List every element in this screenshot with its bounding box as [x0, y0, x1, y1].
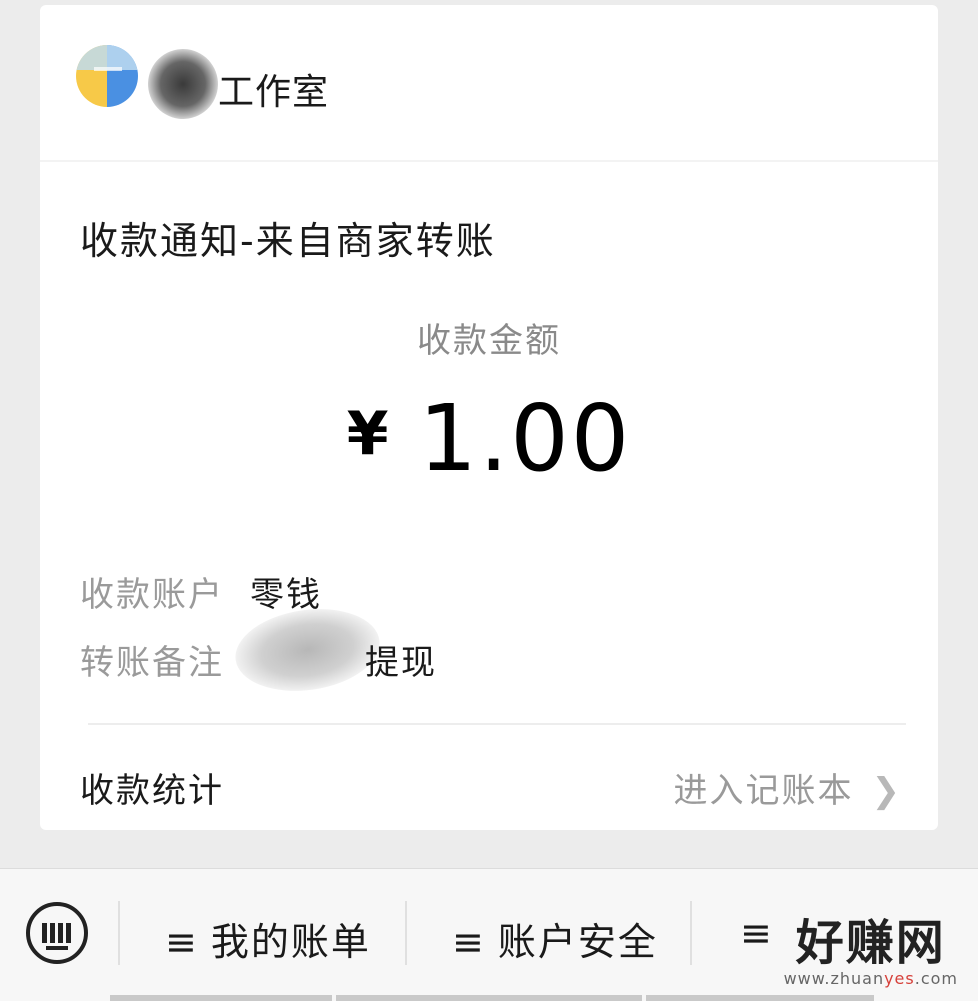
watermark-logo: 好赚网 — [795, 915, 946, 971]
remark-value: 提现 — [365, 643, 437, 683]
watermark-url: www.zhuanyes.com — [783, 969, 958, 988]
currency-symbol: ¥ — [346, 399, 389, 469]
bottom-menu-bar: ≡ 我的账单 ≡ 账户安全 ≡ 好赚网 www.zhuanyes.com — [0, 868, 978, 1001]
notification-card: 工作室 收款通知-来自商家转账 收款金额 ¥1.00 收款账户 零钱 转账备注 提… — [40, 5, 938, 830]
ledger-link[interactable]: 进入记账本 ❯ — [674, 763, 903, 812]
menu-lines-icon: ≡ — [165, 920, 199, 964]
tab-underline — [336, 995, 642, 1001]
remark-label: 转账备注 — [80, 643, 224, 683]
keyboard-icon[interactable] — [26, 902, 88, 964]
site-watermark: 好赚网 www.zhuanyes.com — [784, 919, 958, 987]
account-row: 收款账户 零钱 — [80, 567, 322, 616]
notice-title: 收款通知-来自商家转账 — [80, 219, 496, 263]
tab-underline — [646, 995, 874, 1001]
amount-value: 1.00 — [418, 385, 632, 492]
merchant-name: 工作室 — [218, 72, 330, 113]
amount-label: 收款金额 — [417, 321, 561, 361]
account-label: 收款账户 — [80, 575, 224, 615]
amount-display: ¥1.00 — [40, 385, 938, 492]
divider — [88, 723, 906, 725]
merchant-header[interactable]: 工作室 — [40, 5, 938, 162]
menu-more[interactable]: ≡ — [740, 911, 786, 955]
tab-underline — [110, 995, 332, 1001]
menu-my-bills[interactable]: ≡ 我的账单 — [165, 911, 371, 966]
redaction-scribble — [140, 41, 226, 127]
menu-lines-icon: ≡ — [452, 920, 486, 964]
separator — [118, 901, 120, 965]
menu-item-label: 账户安全 — [497, 920, 658, 964]
remark-row: 转账备注 — [80, 635, 250, 684]
ledger-link-label: 进入记账本 — [673, 771, 854, 811]
stats-label: 收款统计 — [80, 771, 224, 811]
separator — [405, 901, 407, 965]
merchant-avatar — [76, 45, 138, 107]
menu-item-label: 我的账单 — [210, 920, 371, 964]
menu-lines-icon: ≡ — [740, 911, 774, 955]
chevron-right-icon: ❯ — [871, 771, 902, 811]
separator — [690, 901, 692, 965]
menu-account-security[interactable]: ≡ 账户安全 — [452, 911, 658, 966]
